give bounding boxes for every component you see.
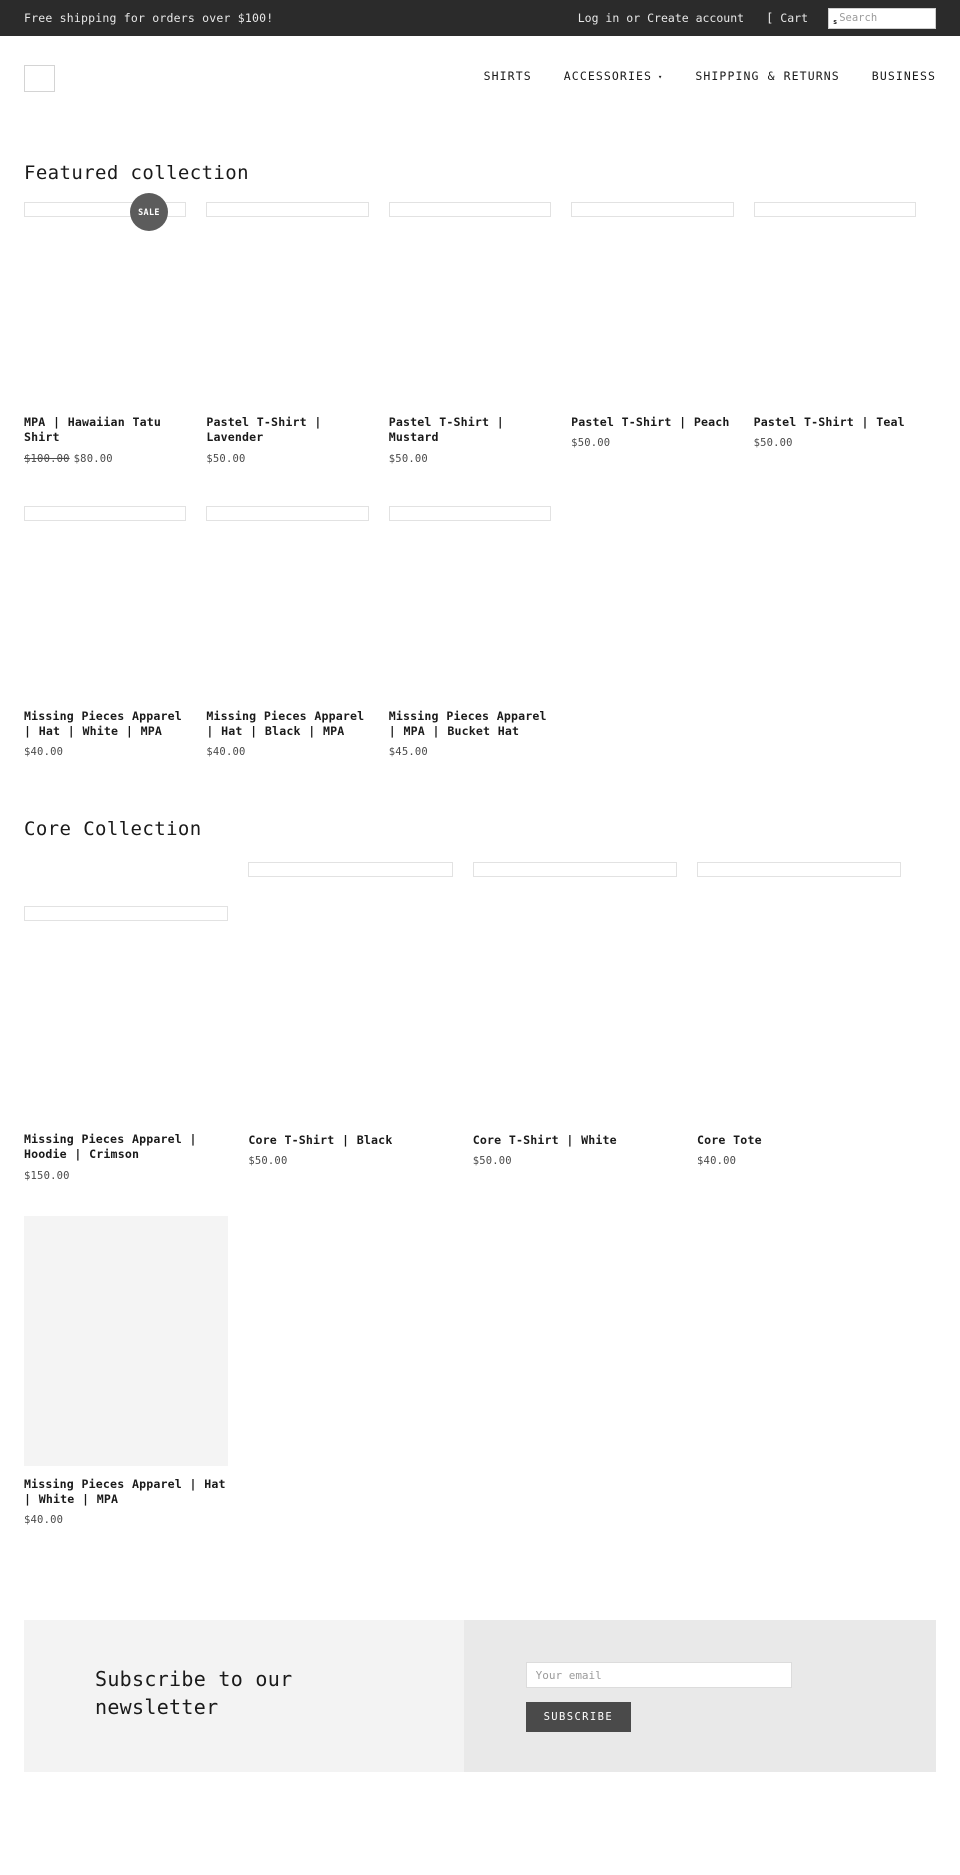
product-price: $50.00 — [206, 452, 246, 465]
product-image-placeholder[interactable] — [248, 862, 453, 878]
product-price: $45.00 — [388, 746, 428, 759]
product-card-empty — [571, 506, 753, 524]
core-grid-row-1: Missing Pieces Apparel | Hoodie | Crimso… — [24, 862, 936, 1200]
product-title[interactable]: Missing Pieces Apparel | Hat | White | M… — [24, 709, 186, 740]
product-price: $40.00 — [206, 746, 246, 759]
product-image-placeholder[interactable] — [206, 505, 369, 521]
product-image-placeholder[interactable] — [472, 862, 678, 878]
cart-link[interactable]: [ Cart — [766, 11, 808, 25]
featured-grid-row-1: SALE MPA | Hawaiian Tatu Shirt $100.00 $8… — [24, 193, 936, 483]
chevron-down-icon: ▾ — [658, 73, 664, 81]
product-price: $40.00 — [24, 1514, 64, 1527]
cart-label: Cart — [780, 11, 808, 25]
product-title[interactable]: Core T-Shirt | Black — [248, 1133, 452, 1148]
product-price-original: $100.00 — [24, 452, 70, 465]
nav-label: BUSINESS — [871, 68, 936, 83]
product-title[interactable]: Pastel T-Shirt | Mustard — [389, 415, 551, 446]
product-price: $50.00 — [571, 437, 611, 450]
newsletter-heading-panel: Subscribe to our newsletter — [24, 1620, 464, 1773]
product-title[interactable]: Core Tote — [697, 1133, 901, 1148]
product-card[interactable]: Pastel T-Shirt | Lavender $50.00 — [206, 202, 388, 483]
product-card[interactable]: Missing Pieces Apparel | MPA | Bucket Ha… — [388, 505, 571, 777]
newsletter-form-panel: SUBSCRIBE — [463, 1620, 936, 1773]
nav-item-shirts[interactable]: SHIRTS — [468, 69, 548, 83]
product-title[interactable]: MPA | Hawaiian Tatu Shirt — [24, 415, 186, 446]
product-image-placeholder[interactable] — [24, 906, 229, 922]
product-card[interactable]: Core T-Shirt | White $50.00 — [472, 862, 697, 1185]
main-navigation: SHIRTS ACCESSORIES ▾ SHIPPING & RETURNS … — [468, 69, 936, 83]
subscribe-button[interactable]: SUBSCRIBE — [525, 1702, 632, 1733]
product-image-placeholder[interactable] — [24, 505, 187, 521]
or-separator: or — [626, 11, 641, 25]
featured-collection-section: Featured collection — [24, 115, 936, 184]
product-image-placeholder[interactable] — [206, 202, 369, 217]
announcement-bar: Free shipping for orders over $100! Log … — [0, 0, 960, 36]
product-title[interactable]: Missing Pieces Apparel | Hat | Black | M… — [206, 709, 368, 740]
product-image-placeholder[interactable] — [388, 202, 552, 217]
email-input[interactable] — [525, 1662, 792, 1689]
product-price: $100.00 $80.00 — [24, 453, 186, 465]
login-link[interactable]: Log in — [578, 11, 620, 25]
product-card[interactable]: Missing Pieces Apparel | Hat | White | M… — [24, 1215, 248, 1545]
product-price: $50.00 — [753, 437, 793, 450]
featured-collection-title: Featured collection — [24, 162, 249, 184]
nav-item-accessories[interactable]: ACCESSORIES ▾ — [548, 69, 680, 83]
core-grid-row-2: Missing Pieces Apparel | Hat | White | M… — [24, 1215, 936, 1545]
product-title[interactable]: Missing Pieces Apparel | Hoodie | Crimso… — [24, 1132, 228, 1163]
featured-grid-row-2: Missing Pieces Apparel | Hat | White | M… — [24, 505, 936, 777]
site-header: SHIRTS ACCESSORIES ▾ SHIPPING & RETURNS … — [0, 36, 960, 115]
product-card[interactable]: Pastel T-Shirt | Peach $50.00 — [571, 202, 753, 467]
cart-icon: [ — [766, 11, 774, 25]
product-card-empty — [248, 1216, 472, 1234]
search-icon[interactable]: s — [833, 18, 837, 26]
newsletter-heading: Subscribe to our newsletter — [95, 1667, 293, 1719]
product-card[interactable]: Core Tote $40.00 — [697, 862, 921, 1185]
search-box[interactable]: s — [828, 7, 936, 29]
topbar-actions: Log in or Create account [ Cart s — [578, 7, 936, 29]
product-price: $50.00 — [388, 452, 428, 465]
product-card[interactable]: Missing Pieces Apparel | Hoodie | Crimso… — [24, 862, 248, 1200]
product-image[interactable] — [24, 1215, 229, 1466]
site-logo[interactable] — [24, 65, 55, 92]
product-title[interactable]: Missing Pieces Apparel | Hat | White | M… — [24, 1477, 228, 1508]
product-card-empty — [697, 1216, 921, 1234]
product-price: $40.00 — [24, 746, 64, 759]
product-card[interactable]: Pastel T-Shirt | Teal $50.00 — [753, 202, 936, 467]
core-collection-section: Core Collection — [24, 776, 936, 840]
announcement-text: Free shipping for orders over $100! — [24, 11, 274, 25]
product-card-empty — [754, 506, 936, 524]
product-card[interactable]: Pastel T-Shirt | Mustard $50.00 — [388, 202, 571, 483]
product-title[interactable]: Pastel T-Shirt | Peach — [571, 415, 733, 430]
nav-item-business[interactable]: BUSINESS — [856, 69, 936, 83]
product-image-placeholder[interactable] — [697, 862, 902, 878]
product-price-sale: $80.00 — [73, 452, 113, 465]
create-account-link[interactable]: Create account — [647, 11, 744, 25]
product-card[interactable]: Missing Pieces Apparel | Hat | Black | M… — [206, 505, 388, 777]
product-image-placeholder[interactable] — [753, 202, 916, 217]
product-title[interactable]: Core T-Shirt | White — [473, 1133, 677, 1148]
product-card[interactable]: Core T-Shirt | Black $50.00 — [248, 862, 472, 1185]
product-card[interactable]: Missing Pieces Apparel | Hat | White | M… — [24, 505, 206, 777]
search-input[interactable] — [839, 12, 931, 24]
sale-badge: SALE — [130, 193, 168, 231]
product-card-empty — [473, 1216, 697, 1234]
nav-label: SHIRTS — [483, 68, 532, 83]
page-content: Featured collection SALE MPA | Hawaiian … — [0, 115, 960, 1773]
product-title[interactable]: Pastel T-Shirt | Teal — [754, 415, 916, 430]
product-title[interactable]: Missing Pieces Apparel | MPA | Bucket Ha… — [389, 709, 551, 740]
nav-item-shipping-returns[interactable]: SHIPPING & RETURNS — [679, 69, 855, 83]
nav-label: SHIPPING & RETURNS — [695, 68, 840, 83]
product-price: $50.00 — [248, 1155, 288, 1168]
product-image-placeholder[interactable] — [388, 505, 552, 521]
core-collection-title: Core Collection — [24, 818, 202, 841]
newsletter-section: Subscribe to our newsletter SUBSCRIBE — [24, 1620, 936, 1773]
product-card[interactable]: SALE MPA | Hawaiian Tatu Shirt $100.00 $8… — [24, 193, 206, 483]
product-image-placeholder[interactable] — [571, 202, 734, 217]
product-title[interactable]: Pastel T-Shirt | Lavender — [206, 415, 368, 446]
product-price: $150.00 — [24, 1169, 70, 1182]
product-price: $50.00 — [472, 1155, 512, 1168]
nav-label: ACCESSORIES — [563, 68, 653, 83]
product-price: $40.00 — [697, 1155, 737, 1168]
